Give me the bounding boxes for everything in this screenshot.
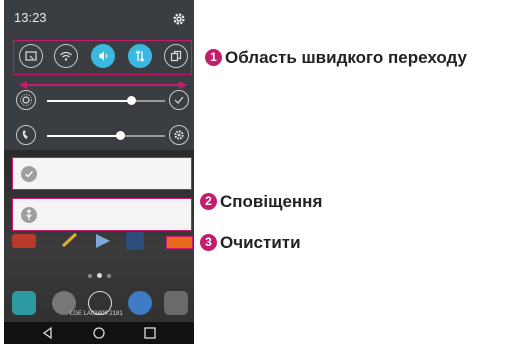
page-dot bbox=[88, 274, 92, 278]
callout-label: Область швидкого переходу bbox=[225, 48, 467, 67]
watermark: LGE LA02400 2181 bbox=[70, 311, 123, 317]
data-toggle[interactable] bbox=[128, 44, 152, 68]
app-icon-play[interactable] bbox=[92, 232, 112, 250]
brightness-knob[interactable] bbox=[127, 96, 137, 105]
wifi-icon bbox=[60, 51, 72, 61]
sound-icon bbox=[99, 51, 108, 61]
screenshot-toggle[interactable] bbox=[19, 44, 43, 68]
callout-clear: 3 Очистити bbox=[200, 232, 400, 254]
notification-shade: 13:23 bbox=[4, 0, 194, 150]
screenshot-icon bbox=[25, 51, 37, 61]
check-circle-icon[interactable] bbox=[169, 90, 189, 110]
volume-slider[interactable] bbox=[16, 125, 189, 147]
clear-button[interactable] bbox=[166, 236, 193, 249]
notification-item[interactable] bbox=[12, 157, 192, 190]
messaging-icon[interactable] bbox=[164, 291, 188, 315]
phone-screen: LGE LA02400 2181 13:23 bbox=[4, 0, 194, 344]
callout-number-badge: 2 bbox=[200, 193, 217, 210]
data-icon bbox=[135, 50, 145, 62]
callout-label: Сповіщення bbox=[220, 192, 323, 211]
app-icon-pencil[interactable] bbox=[60, 232, 80, 248]
callout-quick-access: 1 Область швидкого переходу bbox=[205, 47, 510, 69]
gear-icon[interactable] bbox=[169, 125, 189, 145]
clock: 13:23 bbox=[14, 10, 47, 25]
brightness-fill bbox=[47, 100, 132, 102]
recent-apps-icon[interactable] bbox=[143, 326, 157, 340]
volume-knob[interactable] bbox=[115, 131, 125, 140]
callout-number-badge: 3 bbox=[200, 234, 217, 251]
app-icon-recorder[interactable] bbox=[12, 234, 36, 248]
quick-access-area bbox=[13, 40, 192, 75]
more-toggle[interactable] bbox=[164, 44, 188, 68]
more-icon bbox=[170, 50, 182, 62]
callout-label: Очистити bbox=[220, 233, 301, 252]
callout-notifications: 2 Сповіщення bbox=[200, 191, 400, 213]
volume-fill bbox=[47, 135, 121, 137]
scroll-arrow-icon bbox=[19, 81, 187, 89]
callout-number-badge: 1 bbox=[205, 49, 222, 66]
sound-toggle[interactable] bbox=[91, 44, 115, 68]
browser-icon[interactable] bbox=[128, 291, 152, 315]
app-icon-camera[interactable] bbox=[126, 232, 144, 250]
ringtone-icon[interactable] bbox=[16, 125, 36, 145]
usb-icon bbox=[21, 207, 37, 223]
brightness-slider[interactable] bbox=[16, 90, 189, 112]
phone-icon[interactable] bbox=[12, 291, 36, 315]
navigation-bar bbox=[4, 322, 194, 344]
gear-icon[interactable] bbox=[172, 12, 186, 26]
check-icon bbox=[21, 166, 37, 182]
page-dot bbox=[97, 273, 102, 278]
page-dot bbox=[107, 274, 111, 278]
wifi-toggle[interactable] bbox=[54, 44, 78, 68]
back-icon[interactable] bbox=[41, 326, 55, 340]
notification-item[interactable] bbox=[12, 198, 192, 231]
status-bar: 13:23 bbox=[4, 0, 194, 36]
home-icon[interactable] bbox=[92, 326, 106, 340]
brightness-icon[interactable] bbox=[16, 90, 36, 110]
